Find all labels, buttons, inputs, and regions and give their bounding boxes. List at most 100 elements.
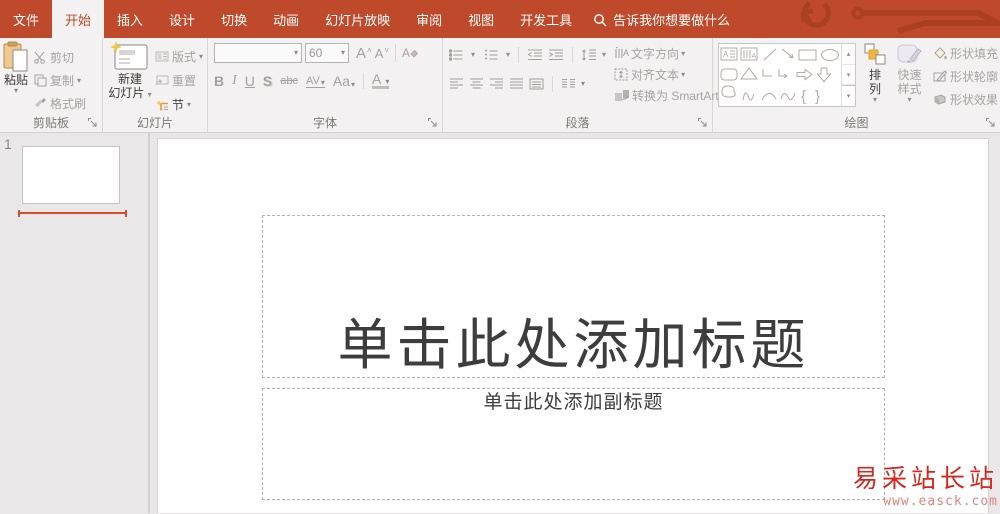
section-button[interactable]: 节 ▾: [155, 96, 203, 113]
title-placeholder[interactable]: 单击此处添加标题: [262, 215, 885, 378]
search-icon: [593, 13, 607, 27]
shapes-gallery[interactable]: A A { } ▴ ▾ ▾: [718, 43, 856, 107]
align-text-label: 对齐文本: [631, 68, 680, 82]
justify-button[interactable]: [509, 78, 524, 90]
tab-file[interactable]: 文件: [0, 0, 52, 38]
shape-outline-icon: [933, 70, 947, 83]
clipboard-dialog-launcher-icon[interactable]: [87, 117, 98, 128]
convert-to-smartart-button[interactable]: 转换为 SmartArt ▾: [614, 87, 725, 104]
distribute-text-button[interactable]: [529, 78, 544, 90]
tab-insert[interactable]: 插入: [104, 0, 156, 38]
format-painter-button[interactable]: 格式刷: [34, 95, 86, 112]
clear-formatting-icon: A: [402, 46, 419, 60]
align-center-button[interactable]: [469, 78, 484, 90]
shape-outline-button[interactable]: 形状轮廓: [933, 68, 998, 85]
group-font: ▾ 60 ▾ A ˄ A ˅ A B I U S abc AV ▾ Aa ▾ A…: [208, 38, 443, 132]
svg-text:A: A: [623, 48, 629, 58]
tell-me-search[interactable]: 告诉我你想要做什么: [585, 0, 738, 38]
align-left-button[interactable]: [449, 78, 464, 90]
tab-view[interactable]: 视图: [455, 0, 507, 38]
font-size-combobox[interactable]: 60 ▾: [305, 43, 349, 63]
quick-styles-button[interactable]: 快速样式 ▾: [894, 41, 925, 113]
new-slide-label-line1: 新建: [117, 72, 142, 86]
decrease-indent-button[interactable]: [527, 49, 543, 61]
change-case-button[interactable]: Aa ▾: [333, 73, 355, 89]
watermark: 易采站长站 www.easck.com: [853, 464, 998, 509]
subtitle-placeholder[interactable]: 单击此处添加副标题: [262, 388, 885, 500]
copy-button[interactable]: 复制 ▾: [34, 72, 86, 89]
align-right-button[interactable]: [489, 78, 504, 90]
font-color-dropdown-icon: ▾: [385, 77, 390, 86]
arrange-dropdown-icon: ▾: [872, 95, 877, 104]
tab-developer[interactable]: 开发工具: [507, 0, 585, 38]
group-clipboard: 粘贴 ▾ 剪切 复制 ▾ 格式刷 剪贴板: [0, 38, 103, 132]
new-slide-label-line2-text: 幻灯片: [108, 86, 145, 100]
shapes-gallery-more-button[interactable]: ▾: [842, 85, 855, 106]
numbering-button[interactable]: [484, 49, 501, 61]
text-shadow-button[interactable]: S: [263, 73, 272, 89]
font-name-dropdown-icon: ▾: [293, 48, 298, 57]
smartart-label: 转换为 SmartArt: [632, 89, 719, 103]
drawing-group-label: 绘图: [844, 116, 869, 130]
strikethrough-button[interactable]: abc: [280, 75, 298, 87]
svg-text:A: A: [752, 53, 757, 60]
layout-label: 版式: [172, 50, 197, 64]
character-spacing-label: AV: [306, 74, 320, 87]
font-dialog-launcher-icon[interactable]: [427, 117, 438, 128]
reset-button[interactable]: 重置: [155, 72, 203, 89]
slide-thumbnail[interactable]: [22, 146, 120, 204]
tab-animations[interactable]: 动画: [260, 0, 312, 38]
new-slide-button[interactable]: 新建 幻灯片 ▾: [105, 41, 155, 113]
paste-button[interactable]: 粘贴 ▾: [0, 41, 34, 113]
paragraph-group-label: 段落: [565, 116, 590, 130]
smartart-icon: [614, 89, 630, 102]
arrange-button[interactable]: 排列 ▾: [864, 41, 886, 113]
slide-number: 1: [4, 136, 12, 152]
shapes-gallery-scrollbar: ▴ ▾ ▾: [841, 44, 855, 106]
tab-slideshow[interactable]: 幻灯片放映: [312, 0, 403, 38]
tab-bar: 文件 开始 插入 设计 切换 动画 幻灯片放映 审阅 视图 开发工具 告诉我你想…: [0, 0, 1000, 38]
character-spacing-button[interactable]: AV ▾: [306, 75, 325, 88]
bold-button[interactable]: B: [214, 73, 224, 89]
shape-fill-button[interactable]: 形状填充: [933, 45, 998, 62]
increase-font-size-button[interactable]: A ˄: [356, 45, 372, 62]
drawing-dialog-launcher-icon[interactable]: [985, 117, 996, 128]
tab-review[interactable]: 审阅: [403, 0, 455, 38]
paragraph-dialog-launcher-icon[interactable]: [697, 117, 708, 128]
shapes-scroll-down-button[interactable]: ▾: [842, 65, 855, 86]
shape-effects-button[interactable]: 形状效果: [933, 91, 998, 108]
italic-button[interactable]: I: [232, 73, 237, 89]
text-direction-button[interactable]: A 文字方向 ▾: [614, 45, 725, 62]
numbering-dropdown-icon: ▾: [506, 50, 511, 59]
font-name-combobox[interactable]: ▾: [214, 43, 302, 63]
decrease-font-size-button[interactable]: A ˅: [375, 46, 389, 61]
clear-formatting-button[interactable]: A: [402, 46, 419, 60]
arrange-icon: [864, 43, 886, 65]
slide-editing-area: 单击此处添加标题 单击此处添加副标题 易采站长站 www.easck.com: [150, 133, 1000, 513]
quick-styles-dropdown-icon: ▾: [907, 95, 912, 104]
bullets-button[interactable]: [449, 49, 466, 61]
tab-design[interactable]: 设计: [156, 0, 208, 38]
watermark-site-name: 易采站长站: [852, 464, 998, 493]
shape-effects-icon: [933, 93, 947, 106]
tab-home[interactable]: 开始: [52, 0, 105, 38]
font-color-button[interactable]: A ▾: [372, 72, 390, 89]
section-icon: [155, 99, 169, 111]
workspace: 1 单击此处添加标题 单击此处添加副标题 易采站长站 www.easck.com: [0, 133, 1000, 513]
shapes-scroll-up-button[interactable]: ▴: [842, 44, 855, 65]
increase-indent-button[interactable]: [548, 49, 564, 61]
slide-canvas[interactable]: 单击此处添加标题 单击此处添加副标题: [158, 139, 988, 513]
tab-transitions[interactable]: 切换: [208, 0, 260, 38]
columns-button[interactable]: [561, 78, 576, 90]
clipboard-group-label: 剪贴板: [32, 116, 69, 130]
line-spacing-button[interactable]: [581, 49, 597, 61]
align-text-button[interactable]: 对齐文本 ▾: [614, 66, 725, 83]
text-direction-dropdown-icon: ▾: [681, 48, 686, 58]
watermark-site-url: www.easck.com: [883, 494, 998, 509]
underline-button[interactable]: U: [245, 73, 255, 89]
section-dropdown-icon: ▾: [187, 99, 192, 109]
titlebar-logo-decoration: [800, 0, 1000, 34]
cut-button[interactable]: 剪切: [34, 49, 86, 66]
layout-button[interactable]: 版式 ▾: [155, 48, 203, 65]
cut-label: 剪切: [50, 51, 75, 65]
